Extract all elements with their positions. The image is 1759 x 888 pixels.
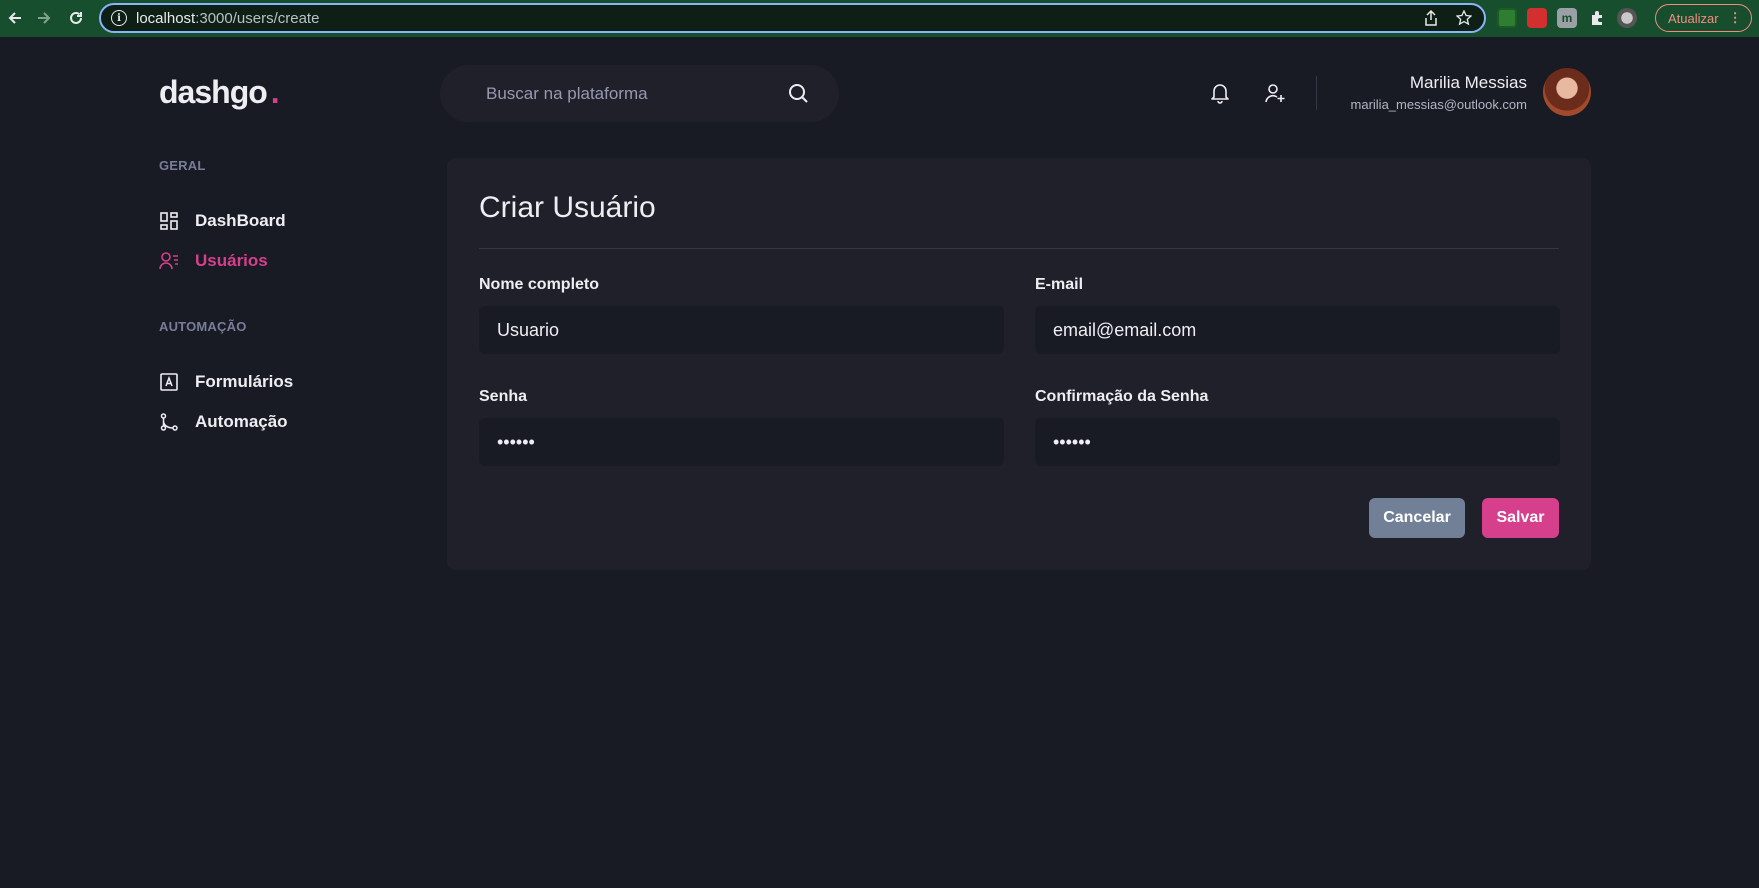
name-label: Nome completo [479,276,600,293]
extension-m-icon[interactable]: m [1557,8,1577,28]
password-confirm-label: Confirmação da Senha [1035,388,1209,405]
url-text[interactable]: localhost:3000/users/create [136,10,319,27]
address-bar[interactable]: i localhost:3000/users/create [99,3,1486,33]
add-user-icon[interactable] [1264,82,1286,104]
create-user-card: Criar Usuário Nome completo E-mail Senha… [447,158,1591,570]
title-divider [479,248,1559,249]
url-host: localhost [136,9,196,27]
sidebar-item-users[interactable]: Usuários [159,249,419,273]
sidebar-item-label: Formulários [195,372,294,391]
header-actions [1210,82,1286,104]
cancel-button[interactable]: Cancelar [1369,498,1465,538]
search-input[interactable] [486,83,776,104]
page-title: Criar Usuário [479,191,656,224]
update-label: Atualizar [1668,10,1719,26]
sidebar-item-label: Automação [195,412,288,431]
form-icon [159,372,179,392]
url-actions [1424,10,1472,26]
browser-toolbar: i localhost:3000/users/create m Atualiza… [0,0,1759,37]
back-button[interactable] [0,3,30,33]
avatar[interactable] [1543,68,1591,116]
sidebar-section-title-geral: GERAL [159,158,206,173]
arrow-right-icon [38,12,51,24]
star-icon[interactable] [1456,10,1472,26]
more-vert-icon: ⋮ [1728,10,1742,25]
sidebar-item-formularios[interactable]: Formulários [159,370,419,394]
header-divider [1316,76,1317,110]
sidebar-item-label: Usuários [195,251,268,270]
extension-green-icon[interactable] [1497,8,1517,28]
logo-dot: . [270,74,280,110]
sidebar-item-automacao[interactable]: Automação [159,410,419,434]
user-email: marilia_messias@outlook.com [1350,97,1527,112]
password-label: Senha [479,388,528,405]
update-browser-button[interactable]: Atualizar ⋮ [1655,4,1752,32]
extension-icons: m [1497,8,1637,28]
users-icon [159,251,179,271]
password-confirm-field[interactable] [1035,418,1560,466]
extension-red-icon[interactable] [1527,8,1547,28]
profile-avatar-icon[interactable] [1617,8,1637,28]
user-name: Marilia Messias [1409,73,1527,92]
sidebar: GERAL DashBoard Usuários AUTOMAÇÃO Formu… [159,158,419,434]
name-field[interactable] [479,306,1004,354]
search-icon[interactable] [787,82,809,104]
sidebar-item-dashboard[interactable]: DashBoard [159,209,419,233]
password-field[interactable] [479,418,1004,466]
email-label: E-mail [1035,276,1084,293]
site-info-icon[interactable]: i [111,10,127,26]
automation-icon [159,412,179,432]
reload-button[interactable] [61,3,91,33]
search-bar [440,65,839,122]
share-icon[interactable] [1424,10,1438,26]
forward-button[interactable] [29,3,59,33]
reload-icon [70,11,82,24]
logo-text: dashgo [159,74,268,110]
sidebar-section-title-automacao: AUTOMAÇÃO [159,319,247,334]
arrow-left-icon [8,12,21,24]
save-button[interactable]: Salvar [1482,498,1559,538]
puzzle-icon[interactable] [1587,8,1607,28]
url-path: :3000/users/create [195,9,320,27]
bell-icon[interactable] [1210,82,1230,104]
app-logo[interactable]: dashgo. [159,74,280,111]
sidebar-item-label: DashBoard [195,211,286,230]
dashboard-icon [159,211,179,231]
email-field[interactable] [1035,306,1560,354]
